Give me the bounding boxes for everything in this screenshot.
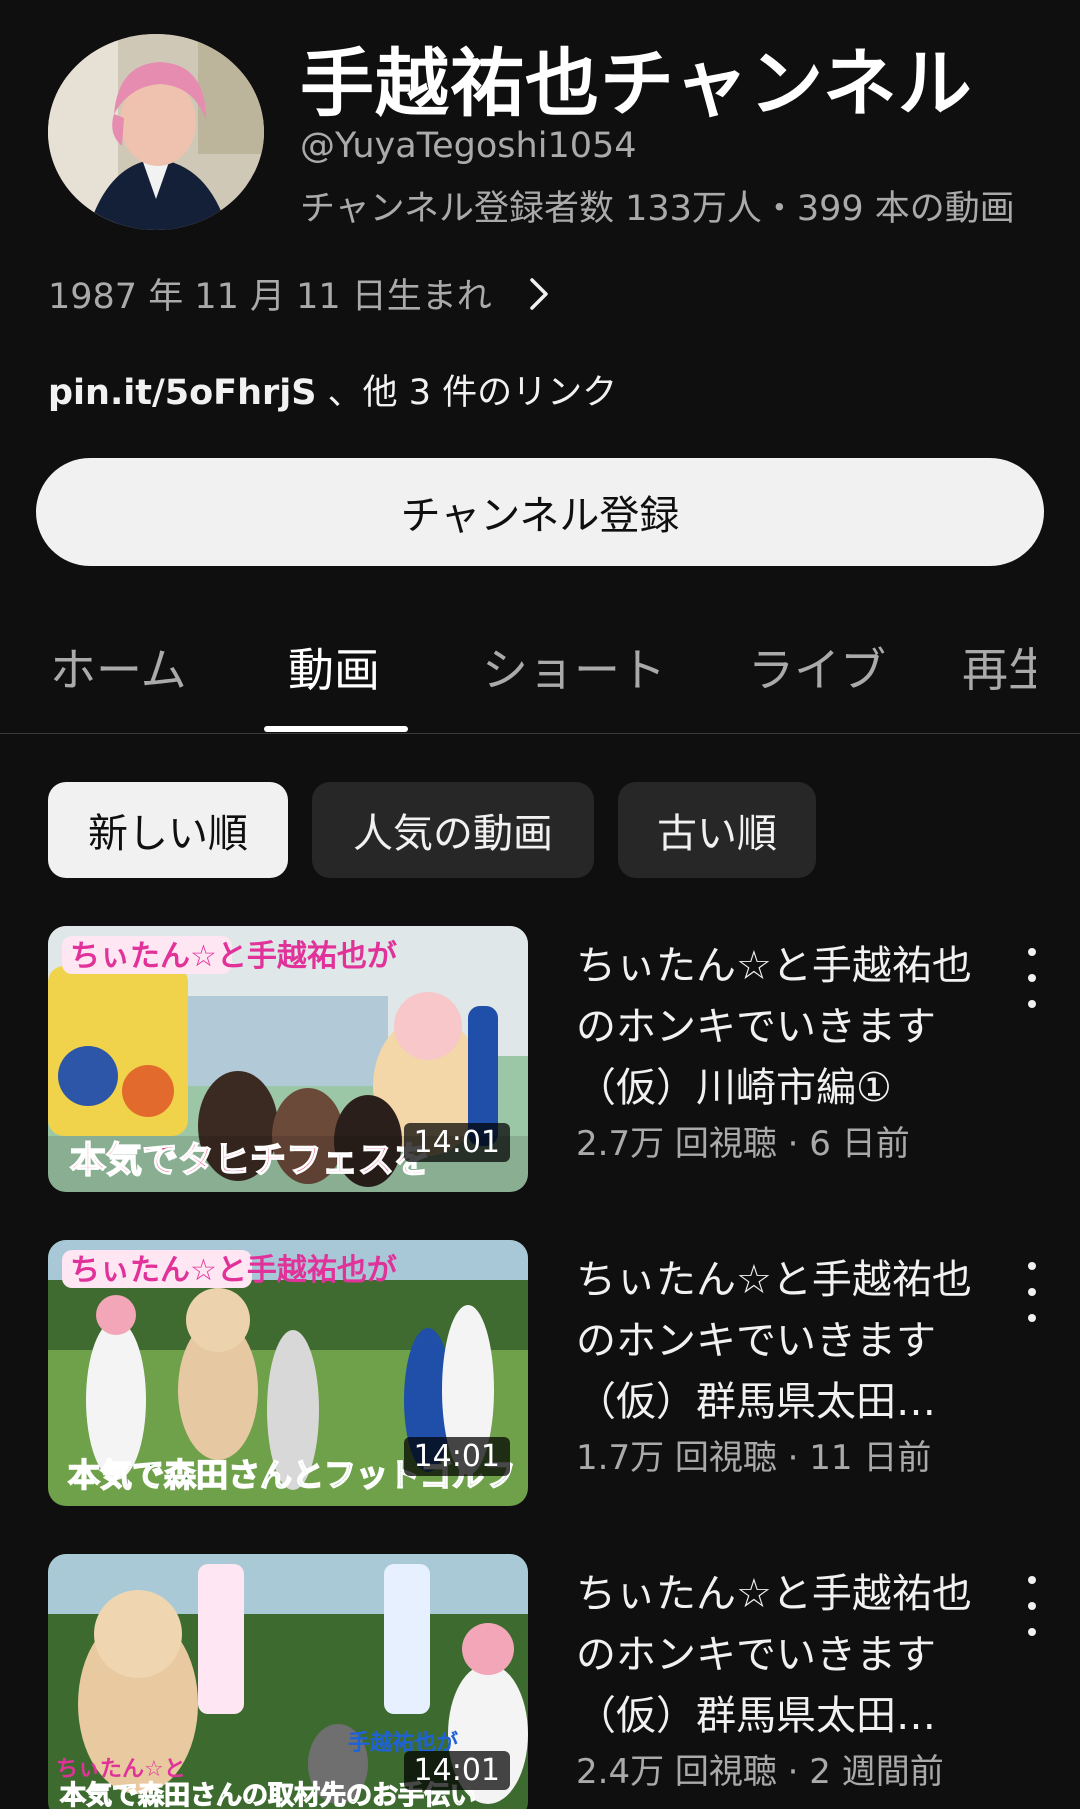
- video-item[interactable]: ちぃたん☆と手越祐也が 本気で森田さんとフットゴルフ 14:01 ちぃたん☆と手…: [0, 1240, 1080, 1510]
- tab-shorts[interactable]: ショート: [482, 634, 666, 700]
- chip-oldest[interactable]: 古い順: [618, 782, 816, 878]
- video-duration: 14:01: [403, 1123, 510, 1162]
- video-thumbnail[interactable]: ちぃたん☆と 手越祐也が 本気で森田さんの取材先のお手伝い 14:01: [48, 1554, 528, 1809]
- video-duration: 14:01: [403, 1437, 510, 1476]
- video-title[interactable]: ちぃたん☆と手越祐也のホンキでいきます（仮）川崎市編①: [576, 936, 996, 1119]
- tab-videos[interactable]: 動画: [288, 634, 380, 700]
- video-meta: 2.4万 回視聴 · 2 週間前: [576, 1752, 944, 1792]
- video-title[interactable]: ちぃたん☆と手越祐也のホンキでいきます（仮）群馬県太田…: [576, 1564, 996, 1747]
- more-options-icon[interactable]: [1010, 1576, 1054, 1636]
- channel-title: 手越祐也チャンネル: [300, 41, 973, 127]
- channel-stats: チャンネル登録者数 133万人・399 本の動画: [300, 189, 1015, 229]
- channel-handle: @YuyaTegoshi1054: [300, 126, 637, 166]
- channel-avatar[interactable]: [48, 34, 264, 230]
- channel-about-row[interactable]: 1987 年 11 月 11 日生まれ: [48, 268, 554, 319]
- video-item[interactable]: ちぃたん☆と 手越祐也が 本気で森田さんの取材先のお手伝い 14:01 ちぃたん…: [0, 1554, 1080, 1809]
- tab-playlists[interactable]: 再生: [962, 634, 1036, 700]
- channel-tabs: ホーム 動画 ショート ライブ 再生: [0, 610, 1080, 734]
- thumb-caption-top: ちぃたん☆と手越祐也が: [70, 939, 397, 974]
- video-meta: 2.7万 回視聴 · 6 日前: [576, 1124, 910, 1164]
- chip-newest[interactable]: 新しい順: [48, 782, 288, 878]
- video-item[interactable]: ちぃたん☆と手越祐也が 本気でタヒチフェスを 14:01 ちぃたん☆と手越祐也の…: [0, 926, 1080, 1196]
- thumb-caption-bottom: 本気でタヒチフェスを: [70, 1140, 430, 1181]
- video-thumbnail[interactable]: ちぃたん☆と手越祐也が 本気で森田さんとフットゴルフ 14:01: [48, 1240, 528, 1506]
- subscribe-button[interactable]: チャンネル登録: [36, 458, 1044, 566]
- active-tab-indicator: [264, 726, 408, 732]
- about-text: 1987 年 11 月 11 日生まれ: [48, 277, 492, 317]
- more-options-icon[interactable]: [1010, 948, 1054, 1008]
- tab-home[interactable]: ホーム: [50, 634, 187, 700]
- channel-page: 手越祐也チャンネル @YuyaTegoshi1054 チャンネル登録者数 133…: [0, 0, 1080, 1809]
- chip-popular[interactable]: 人気の動画: [312, 782, 594, 878]
- more-links-text: 、他 3 件のリンク: [316, 373, 618, 413]
- video-title[interactable]: ちぃたん☆と手越祐也のホンキでいきます（仮）群馬県太田…: [576, 1250, 996, 1433]
- chevron-right-icon: [530, 277, 548, 310]
- video-meta: 1.7万 回視聴 · 11 日前: [576, 1438, 932, 1478]
- thumb-caption-top: ちぃたん☆と手越祐也が: [70, 1253, 397, 1288]
- more-options-icon[interactable]: [1010, 1262, 1054, 1322]
- channel-links[interactable]: pin.it/5oFhrjS 、他 3 件のリンク: [48, 364, 617, 415]
- avatar-image: [48, 34, 264, 230]
- video-thumbnail[interactable]: ちぃたん☆と手越祐也が 本気でタヒチフェスを 14:01: [48, 926, 528, 1192]
- thumb-caption-left: ちぃたん☆と: [56, 1757, 186, 1782]
- channel-link[interactable]: pin.it/5oFhrjS: [48, 373, 316, 413]
- video-duration: 14:01: [403, 1751, 510, 1790]
- tab-live[interactable]: ライブ: [748, 634, 886, 700]
